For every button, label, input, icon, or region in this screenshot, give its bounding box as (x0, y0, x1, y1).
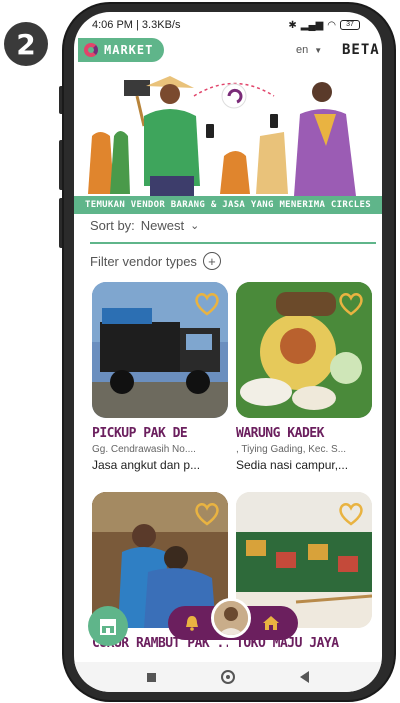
vendor-card[interactable]: PICKUP PAK DE Gg. Cendrawasih No.... Jas… (92, 282, 228, 472)
promo-banner: TEMUKAN VENDOR BARANG & JASA YANG MENERI… (74, 196, 382, 214)
vendor-address: , Tiying Gading, Kec. S... (236, 444, 347, 455)
vendor-description: Jasa angkut dan p... (92, 458, 201, 472)
app-name: MARKET (104, 43, 154, 57)
wifi-icon: ◠ (327, 19, 336, 31)
signal-icon: ▂▄▆ (300, 19, 324, 31)
language-selector[interactable]: en ▼ (296, 44, 322, 56)
caret-down-icon: ▼ (314, 45, 323, 55)
language-value: en (296, 44, 309, 56)
circles-logo-icon (84, 43, 98, 57)
filter-vendor-types[interactable]: Filter vendor types + (90, 252, 221, 270)
status-bar: 4:06 PM | 3.3KB/s ✱ ▂▄▆ ◠ 37 (74, 12, 382, 38)
home-button-icon[interactable] (220, 670, 235, 684)
step-badge: 2 (4, 22, 48, 66)
store-button[interactable] (88, 606, 128, 646)
vendor-image (92, 282, 228, 418)
app-screen: 4:06 PM | 3.3KB/s ✱ ▂▄▆ ◠ 37 MARKET en ▼… (74, 12, 382, 692)
bluetooth-icon: ✱ (288, 19, 297, 31)
plus-icon[interactable]: + (202, 252, 221, 270)
filter-label: Filter vendor types (90, 253, 197, 269)
heart-icon[interactable] (194, 292, 220, 316)
vendor-image (236, 282, 372, 418)
vendor-title: PICKUP PAK DE (92, 426, 188, 441)
heart-icon[interactable] (194, 502, 220, 526)
market-logo[interactable]: MARKET (78, 38, 164, 62)
home-icon[interactable] (262, 615, 280, 631)
sort-value: Newest (140, 218, 185, 233)
system-nav-bar (74, 662, 382, 692)
heart-icon[interactable] (338, 292, 364, 316)
back-icon[interactable] (300, 671, 310, 683)
sort-label: Sort by: (90, 218, 135, 233)
beta-label: BETA (342, 42, 380, 58)
hero-illustration (88, 76, 356, 196)
chevron-down-icon: ⌄ (190, 220, 200, 232)
vendor-description: Sedia nasi campur,... (236, 458, 349, 472)
battery-icon: 37 (340, 20, 360, 30)
heart-icon[interactable] (338, 502, 364, 526)
vendor-title: WARUNG KADEK (236, 426, 324, 441)
vendor-card[interactable]: WARUNG KADEK , Tiying Gading, Kec. S... … (236, 282, 372, 472)
recent-apps-icon[interactable] (146, 672, 156, 682)
avatar[interactable] (211, 598, 251, 638)
status-icons: ✱ ▂▄▆ ◠ 37 (288, 20, 360, 31)
sort-underline (90, 242, 376, 244)
store-icon (100, 619, 116, 635)
vendor-address: Gg. Cendrawasih No.... (92, 444, 196, 455)
status-time: 4:06 PM | 3.3KB/s (92, 19, 181, 31)
sort-dropdown[interactable]: Sort by: Newest ⌄ (90, 218, 199, 233)
bell-icon[interactable] (184, 615, 200, 631)
